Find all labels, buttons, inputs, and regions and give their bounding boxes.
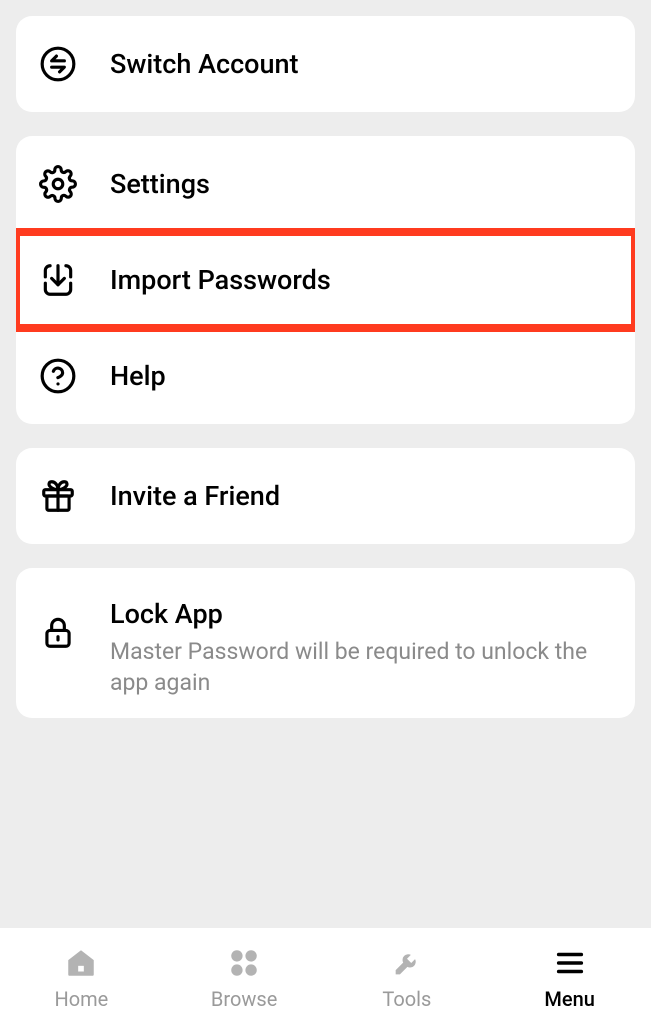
lock-app-label: Lock App: [110, 598, 613, 630]
menu-text: Invite a Friend: [110, 480, 613, 512]
lock-app-subtitle: Master Password will be required to unlo…: [110, 636, 613, 698]
switch-account-icon: [38, 44, 78, 84]
card-lock-app: Lock App Master Password will be require…: [16, 568, 635, 718]
menu-text: Switch Account: [110, 48, 613, 80]
card-invite-friend: Invite a Friend: [16, 448, 635, 544]
nav-item-menu[interactable]: Menu: [488, 945, 651, 1011]
help-icon: [38, 356, 78, 396]
menu-content: Switch Account Settings: [0, 0, 651, 928]
menu-icon: [552, 945, 588, 981]
import-passwords-label: Import Passwords: [110, 264, 613, 296]
import-icon: [38, 260, 78, 300]
menu-item-help[interactable]: Help: [16, 328, 635, 424]
gift-icon: [38, 476, 78, 516]
nav-item-browse[interactable]: Browse: [163, 945, 326, 1011]
nav-tools-label: Tools: [382, 987, 431, 1011]
gear-icon: [38, 164, 78, 204]
settings-label: Settings: [110, 168, 613, 200]
lock-icon: [38, 612, 78, 652]
bottom-nav: Home Browse Tools Menu: [0, 928, 651, 1024]
nav-item-home[interactable]: Home: [0, 945, 163, 1011]
menu-item-invite-friend[interactable]: Invite a Friend: [16, 448, 635, 544]
menu-text: Help: [110, 360, 613, 392]
nav-home-label: Home: [54, 987, 108, 1011]
nav-menu-label: Menu: [544, 987, 594, 1011]
switch-account-label: Switch Account: [110, 48, 613, 80]
nav-browse-label: Browse: [211, 987, 277, 1011]
help-label: Help: [110, 360, 613, 392]
browse-icon: [226, 945, 262, 981]
menu-text: Import Passwords: [110, 264, 613, 296]
menu-text: Settings: [110, 168, 613, 200]
invite-friend-label: Invite a Friend: [110, 480, 613, 512]
tools-icon: [389, 945, 425, 981]
nav-item-tools[interactable]: Tools: [326, 945, 489, 1011]
menu-item-settings[interactable]: Settings: [16, 136, 635, 232]
menu-item-import-passwords[interactable]: Import Passwords: [16, 232, 635, 328]
menu-text: Lock App Master Password will be require…: [110, 598, 613, 698]
card-settings-group: Settings Import Passwords: [16, 136, 635, 424]
home-icon: [63, 945, 99, 981]
card-switch-account: Switch Account: [16, 16, 635, 112]
menu-item-switch-account[interactable]: Switch Account: [16, 16, 635, 112]
menu-item-lock-app[interactable]: Lock App Master Password will be require…: [16, 568, 635, 718]
